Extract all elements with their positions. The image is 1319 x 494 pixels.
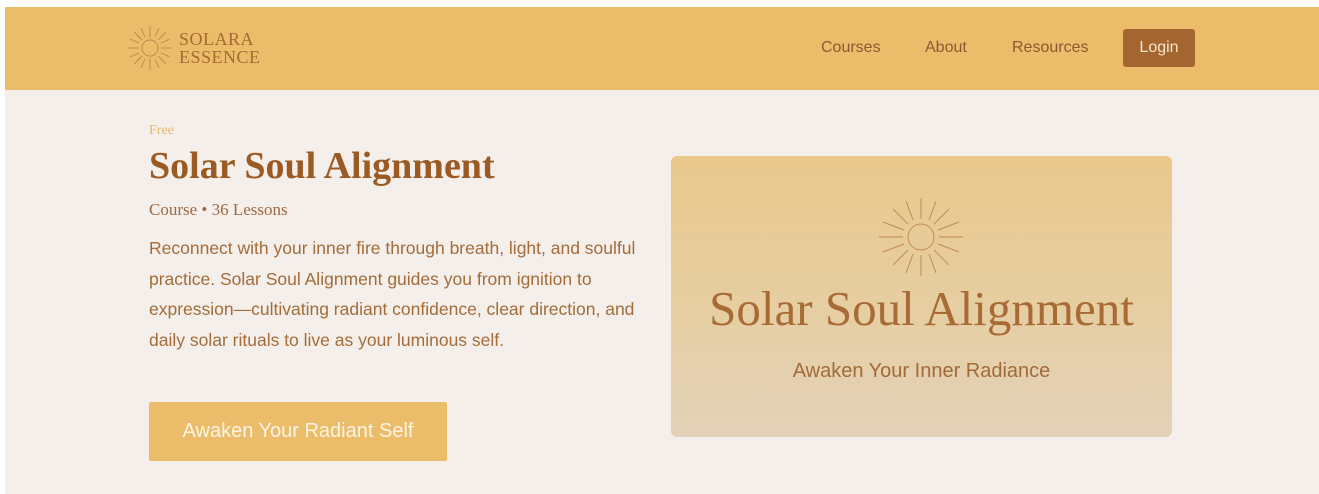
nav-link-courses[interactable]: Courses <box>821 39 881 57</box>
sun-icon <box>879 198 963 276</box>
cover-title: Solar Soul Alignment <box>709 281 1134 336</box>
nav-link-about[interactable]: About <box>925 39 967 57</box>
course-hero-section: Free Solar Soul Alignment Course • 36 Le… <box>5 90 1319 494</box>
main-nav: Courses About Resources Login <box>5 7 1319 90</box>
login-button[interactable]: Login <box>1123 29 1195 67</box>
price-badge: Free <box>149 123 174 138</box>
course-description: Reconnect with your inner fire through b… <box>149 238 636 350</box>
page: SOLARA ESSENCE Courses About Resources L… <box>5 7 1319 494</box>
course-title: Solar Soul Alignment <box>149 145 495 187</box>
cover-subtitle: Awaken Your Inner Radiance <box>792 360 1051 382</box>
site-header: SOLARA ESSENCE Courses About Resources L… <box>5 7 1319 90</box>
course-meta: Course • 36 Lessons <box>149 200 288 219</box>
enroll-cta-button[interactable]: Awaken Your Radiant Self <box>149 402 447 461</box>
course-cover-image: Solar Soul Alignment Awaken Your Inner R… <box>671 156 1172 437</box>
nav-link-resources[interactable]: Resources <box>1012 39 1088 57</box>
